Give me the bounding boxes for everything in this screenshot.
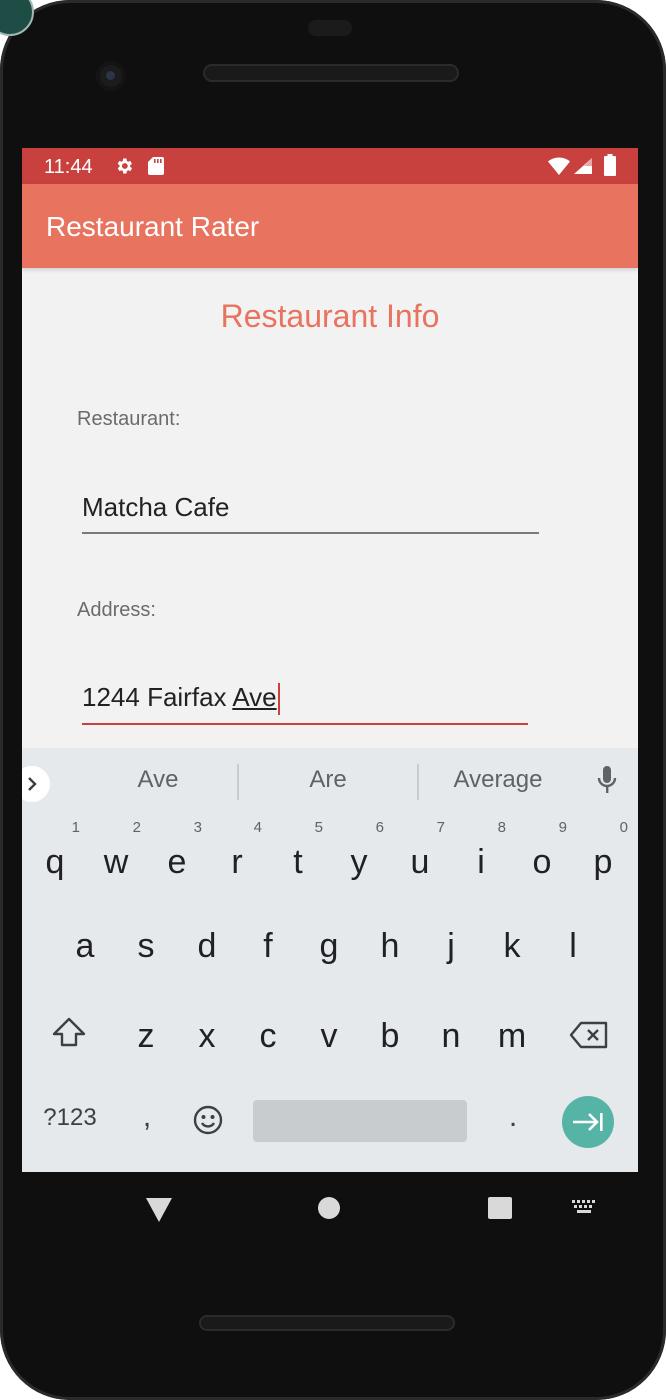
key-x[interactable]: x [178,998,236,1074]
signal-icon [574,158,592,174]
key-hint: 8 [497,819,506,836]
text-cursor [277,683,280,716]
restaurant-input[interactable] [82,487,538,527]
backspace-key[interactable] [562,1020,616,1054]
status-bar: 11:44 [22,148,638,184]
address-input-underline [82,723,528,725]
suggestion-divider [237,764,239,800]
top-sensor [308,20,352,36]
emoji-icon [193,1105,223,1135]
key-k[interactable]: k [483,908,541,984]
home-icon[interactable] [318,1197,340,1219]
key-hint: 3 [193,819,202,836]
key-label: p [593,843,613,881]
soft-keyboard: Ave Are Average q1 w2 e3 r4 t5 y6 u7 i8 … [22,748,638,1172]
key-label: i [477,843,485,881]
key-e[interactable]: e3 [148,819,206,900]
suggestion-2[interactable]: Are [248,766,408,794]
key-hint: 7 [436,819,445,836]
key-label: u [410,843,430,881]
backspace-icon [569,1021,608,1049]
key-d[interactable]: d [178,908,236,984]
key-hint: 5 [314,819,323,836]
enter-key[interactable] [562,1096,614,1148]
emoji-key[interactable] [190,1104,226,1140]
bottom-speaker [199,1315,455,1331]
key-hint: 0 [619,819,628,836]
status-time: 11:44 [44,156,93,178]
suggestion-3[interactable]: Average [418,766,578,794]
shift-icon [52,1017,86,1047]
shift-key[interactable] [40,1016,98,1056]
key-l[interactable]: l [544,908,602,984]
wifi-icon [548,157,570,175]
key-label: t [293,843,303,881]
key-hint: 1 [71,819,80,836]
back-icon[interactable] [146,1198,172,1222]
key-q[interactable]: q1 [26,819,84,900]
keyboard-switch-icon[interactable] [572,1200,598,1216]
key-g[interactable]: g [300,908,358,984]
sd-card-icon [148,157,164,175]
key-w[interactable]: w2 [87,819,145,900]
restaurant-input-underline [82,532,539,534]
app-title: Restaurant Rater [46,211,260,242]
keyboard-expand-button[interactable] [22,766,50,802]
address-label: Address: [77,599,156,621]
suggestion-strip: Ave Are Average [22,748,638,814]
key-f[interactable]: f [239,908,297,984]
key-a[interactable]: a [56,908,114,984]
key-n[interactable]: n [422,998,480,1074]
key-p[interactable]: p0 [574,819,632,900]
key-j[interactable]: j [422,908,480,984]
screen: 11:44 Restaurant Rater Restaurant Info R… [22,148,638,1172]
key-b[interactable]: b [361,998,419,1074]
key-s[interactable]: s [117,908,175,984]
key-r[interactable]: r4 [208,819,266,900]
key-h[interactable]: h [361,908,419,984]
key-label: o [532,843,552,881]
front-camera [96,61,126,91]
comma-key[interactable]: , [132,1100,162,1134]
key-label: q [45,843,65,881]
key-label: r [231,843,243,881]
address-input[interactable]: 1244 Fairfax Ave [82,682,280,716]
key-label: y [350,843,368,881]
restaurant-label: Restaurant: [77,408,181,430]
address-input-text: 1244 Fairfax [82,682,233,712]
key-t[interactable]: t5 [269,819,327,900]
key-label: e [167,843,187,881]
key-v[interactable]: v [300,998,358,1074]
key-z[interactable]: z [117,998,175,1074]
key-hint: 6 [375,819,384,836]
key-hint: 4 [253,819,262,836]
section-title: Restaurant Info [220,298,440,334]
recents-icon[interactable] [488,1197,512,1219]
earpiece-speaker [203,64,459,82]
app-bar: Restaurant Rater [22,184,638,268]
symbols-key[interactable]: ?123 [32,1104,108,1132]
key-y[interactable]: y6 [330,819,388,900]
space-key[interactable] [253,1100,467,1142]
key-o[interactable]: o9 [513,819,571,900]
key-u[interactable]: u7 [391,819,449,900]
key-hint: 9 [558,819,567,836]
chevron-right-icon [28,777,37,791]
key-m[interactable]: m [483,998,541,1074]
battery-icon [604,154,616,176]
next-field-icon [573,1113,603,1131]
gear-icon [117,158,132,174]
key-c[interactable]: c [239,998,297,1074]
microphone-icon[interactable] [596,766,618,796]
key-i[interactable]: i8 [452,819,510,900]
address-composing-text: Ave [232,682,277,712]
phone-frame: 11:44 Restaurant Rater Restaurant Info R… [0,0,666,1400]
corner-badge [0,0,34,36]
suggestion-1[interactable]: Ave [78,766,238,794]
key-hint: 2 [132,819,141,836]
key-label: w [103,843,129,881]
period-key[interactable]: . [498,1100,528,1134]
